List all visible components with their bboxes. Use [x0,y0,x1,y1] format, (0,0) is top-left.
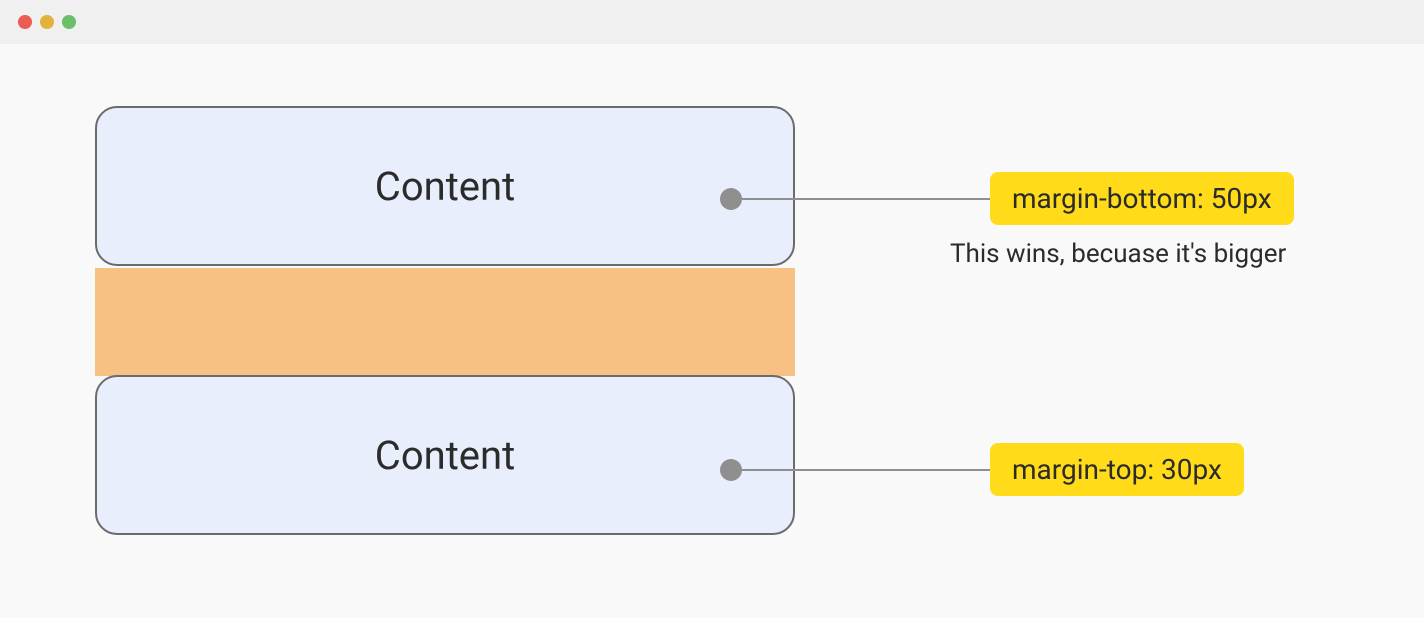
badge-margin-top: margin-top: 30px [990,443,1244,496]
content-box-top: Content [95,106,795,266]
window-minimize-icon[interactable] [40,15,54,29]
window-titlebar [0,0,1424,44]
content-box-bottom: Content [95,375,795,535]
badge-margin-bottom: margin-bottom: 50px [990,172,1294,225]
explanation-text: This wins, becuase it's bigger [950,239,1286,269]
callout-dot-icon [720,188,742,210]
callout-margin-top: margin-top: 30px [720,443,1244,496]
collapsed-margin-block [95,268,795,376]
callout-margin-bottom: margin-bottom: 50px [720,172,1294,225]
diagram-stage: Content Content margin-bottom: 50px This… [0,44,1424,618]
callout-connector-line [742,198,990,200]
callout-dot-icon [720,459,742,481]
window-close-icon[interactable] [18,15,32,29]
callout-connector-line [742,469,990,471]
content-box-top-label: Content [375,163,515,210]
content-box-bottom-label: Content [375,432,515,479]
window-zoom-icon[interactable] [62,15,76,29]
